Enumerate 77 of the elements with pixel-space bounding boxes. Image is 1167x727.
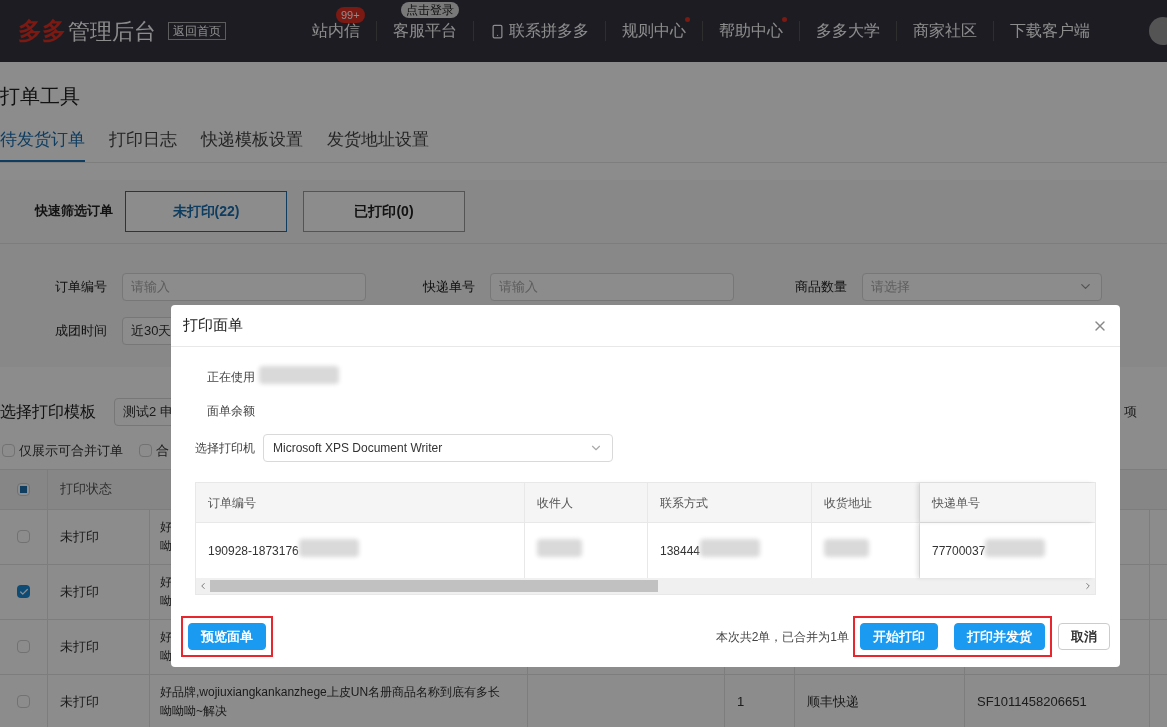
dialog-title: 打印面单 bbox=[183, 315, 243, 336]
action-button[interactable]: 取消 bbox=[1058, 623, 1110, 650]
tab[interactable]: 打印日志 bbox=[109, 127, 177, 162]
checkbox[interactable] bbox=[17, 530, 30, 543]
field-label: 成团时间 bbox=[54, 321, 108, 340]
options-label: 项 bbox=[1124, 402, 1137, 421]
column-header: 快递单号 bbox=[932, 494, 980, 512]
brand-suffix: 管理后台 bbox=[68, 17, 156, 46]
nav-link[interactable]: 商家社区 bbox=[913, 19, 977, 43]
action-button[interactable]: 打印并发货 bbox=[954, 623, 1045, 650]
product-name: 好 bbox=[160, 628, 172, 646]
product-name: 好品牌,wojiuxiangkankanzhege上皮UN名册商品名称到底有多长 bbox=[160, 683, 501, 701]
table-cell-text: 190928-1873176 bbox=[208, 542, 299, 560]
checkbox[interactable] bbox=[17, 585, 30, 598]
column-header: 收货地址 bbox=[824, 494, 872, 512]
redaction-blur bbox=[298, 539, 359, 557]
column-header: 打印状态 bbox=[59, 480, 113, 499]
redaction-blur bbox=[700, 539, 761, 557]
checkbox[interactable] bbox=[17, 695, 30, 708]
checkbox-label: 仅展示可合并订单 bbox=[19, 441, 123, 460]
info-label: 正在使用 bbox=[207, 369, 255, 386]
product-name: 好 bbox=[160, 518, 172, 536]
table-cell-text: 未打印 bbox=[60, 582, 99, 601]
printer-label: 选择打印机 bbox=[195, 440, 255, 457]
scroll-right-icon[interactable] bbox=[1083, 581, 1093, 591]
table-cell-text: 138444 bbox=[660, 542, 701, 560]
tab[interactable]: 快递模板设置 bbox=[201, 127, 303, 162]
printer-select[interactable]: Microsoft XPS Document Writer bbox=[263, 434, 613, 462]
product-name: 呦 bbox=[160, 592, 172, 610]
column-header: 订单编号 bbox=[208, 494, 256, 512]
field-label: 商品数量 bbox=[794, 277, 848, 296]
nav-link[interactable]: 帮助中心 bbox=[719, 19, 783, 43]
table-cell-text: 顺丰快递 bbox=[807, 692, 859, 711]
checkbox[interactable] bbox=[139, 444, 152, 457]
quick-filter-button[interactable]: 未打印(22) bbox=[125, 190, 287, 232]
redaction-blur bbox=[537, 539, 582, 557]
tab[interactable]: 发货地址设置 bbox=[327, 127, 429, 162]
nav-link[interactable]: 规则中心 bbox=[622, 19, 686, 43]
checkbox[interactable] bbox=[17, 482, 30, 496]
redaction-blur bbox=[824, 539, 869, 557]
template-label: 选择打印模板 bbox=[0, 401, 96, 422]
nav-link[interactable]: 客服平台 bbox=[393, 19, 457, 43]
checkbox[interactable] bbox=[17, 640, 30, 653]
redaction-blur bbox=[985, 539, 1046, 557]
product-name: 呦 bbox=[160, 647, 172, 665]
horizontal-scrollbar[interactable] bbox=[196, 578, 1095, 594]
quick-filter-button[interactable]: 已打印(0) bbox=[303, 190, 465, 232]
action-button[interactable]: 预览面单 bbox=[188, 623, 266, 650]
field-label: 快递单号 bbox=[422, 277, 476, 296]
page-title: 打单工具 bbox=[0, 84, 81, 109]
field-label: 订单编号 bbox=[54, 277, 108, 296]
summary-text: 本次共2单，已合并为1单 bbox=[715, 628, 849, 646]
product-name: 好 bbox=[160, 573, 172, 591]
table-cell-text: 未打印 bbox=[60, 527, 99, 546]
tab[interactable]: 待发货订单 bbox=[0, 127, 85, 162]
table-cell-text: 未打印 bbox=[60, 692, 99, 711]
checkbox-label: 合 bbox=[156, 441, 169, 460]
action-button[interactable]: 开始打印 bbox=[860, 623, 938, 650]
column-header: 收件人 bbox=[537, 494, 573, 512]
info-label: 面单余额 bbox=[207, 403, 255, 420]
scroll-left-icon[interactable] bbox=[198, 581, 208, 591]
login-tooltip[interactable]: 点击登录 bbox=[401, 2, 459, 18]
phone-icon bbox=[490, 23, 505, 39]
table-cell-text: SF1011458206651 bbox=[977, 692, 1087, 711]
home-button[interactable]: 返回首页 bbox=[168, 22, 226, 40]
product-name: 呦 bbox=[160, 537, 172, 555]
nav-link[interactable]: 下载客户端 bbox=[1010, 19, 1090, 43]
product-name: 呦呦呦~解决 bbox=[160, 702, 227, 720]
table-cell-text: 未打印 bbox=[60, 637, 99, 656]
column-header: 联系方式 bbox=[660, 494, 708, 512]
checkbox[interactable] bbox=[2, 444, 15, 457]
table-cell-text: 77700037 bbox=[932, 542, 986, 560]
nav-link[interactable]: 多多大学 bbox=[816, 19, 880, 43]
count-badge: 99+ bbox=[336, 7, 365, 23]
nav-link[interactable]: 联系拼多多 bbox=[509, 19, 589, 43]
filter-label: 快速筛选订单 bbox=[35, 202, 113, 221]
table-cell-text: 1 bbox=[737, 692, 745, 711]
